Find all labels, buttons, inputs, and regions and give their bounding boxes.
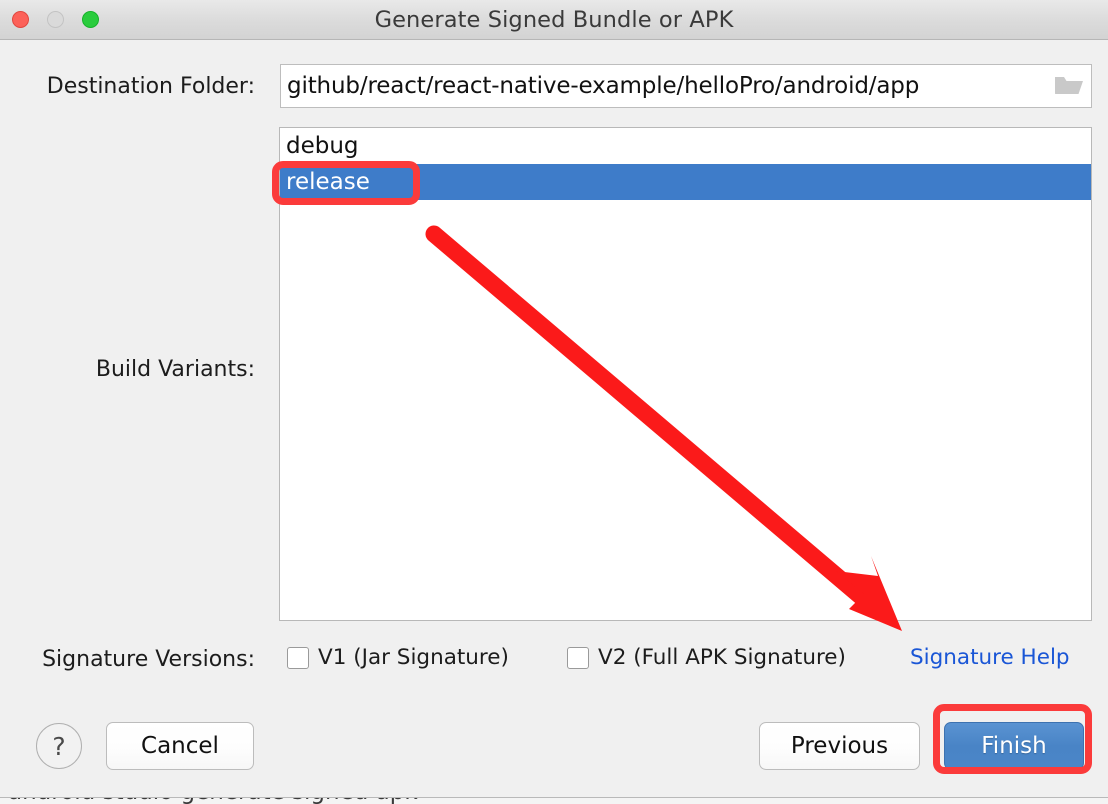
folder-icon[interactable] bbox=[1047, 65, 1091, 107]
title-bar: Generate Signed Bundle or APK bbox=[0, 0, 1108, 40]
checkbox-v2-label: V2 (Full APK Signature) bbox=[598, 645, 846, 670]
finish-button[interactable]: Finish bbox=[944, 722, 1084, 770]
bottom-clipped-text: android studio generate signed apk bbox=[8, 798, 418, 804]
destination-folder-field[interactable]: github/react/react-native-example/helloP… bbox=[280, 64, 1092, 108]
checkbox-v2-box[interactable] bbox=[567, 646, 589, 669]
destination-folder-value[interactable]: github/react/react-native-example/helloP… bbox=[281, 73, 1047, 99]
checkbox-v1-label: V1 (Jar Signature) bbox=[318, 645, 509, 670]
signature-versions-label: Signature Versions: bbox=[42, 647, 255, 672]
cancel-button[interactable]: Cancel bbox=[106, 722, 254, 770]
checkbox-v2-full-apk-signature[interactable]: V2 (Full APK Signature) bbox=[567, 645, 846, 670]
checkbox-v1-box[interactable] bbox=[287, 646, 309, 669]
destination-folder-label: Destination Folder: bbox=[46, 74, 255, 99]
help-button[interactable]: ? bbox=[36, 723, 82, 769]
bottom-clipped-strip: android studio generate signed apk bbox=[0, 797, 1108, 804]
previous-button[interactable]: Previous bbox=[759, 722, 920, 770]
list-item-debug[interactable]: debug bbox=[280, 128, 1091, 164]
checkbox-v1-jar-signature[interactable]: V1 (Jar Signature) bbox=[287, 645, 509, 670]
generate-signed-bundle-dialog: Generate Signed Bundle or APK Destinatio… bbox=[0, 0, 1108, 804]
signature-help-link[interactable]: Signature Help bbox=[910, 645, 1070, 670]
list-item-release[interactable]: release bbox=[280, 164, 1091, 200]
build-variants-label: Build Variants: bbox=[95, 357, 255, 382]
build-variants-list[interactable]: debug release bbox=[279, 127, 1092, 621]
window-title: Generate Signed Bundle or APK bbox=[374, 7, 734, 33]
